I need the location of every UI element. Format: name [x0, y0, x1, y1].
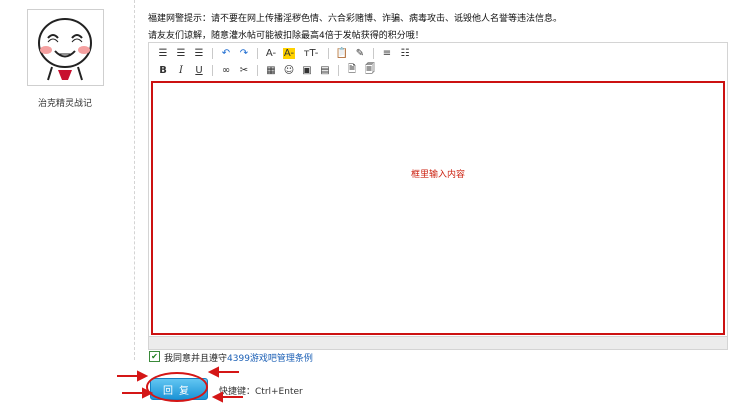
- arrow-left-bottom-icon: [122, 387, 154, 399]
- annotation-arrows: [117, 366, 243, 403]
- arrow-right-top-icon: [207, 366, 239, 378]
- arrow-left-top-icon: [117, 370, 149, 382]
- arrow-right-bottom-icon: [211, 391, 243, 403]
